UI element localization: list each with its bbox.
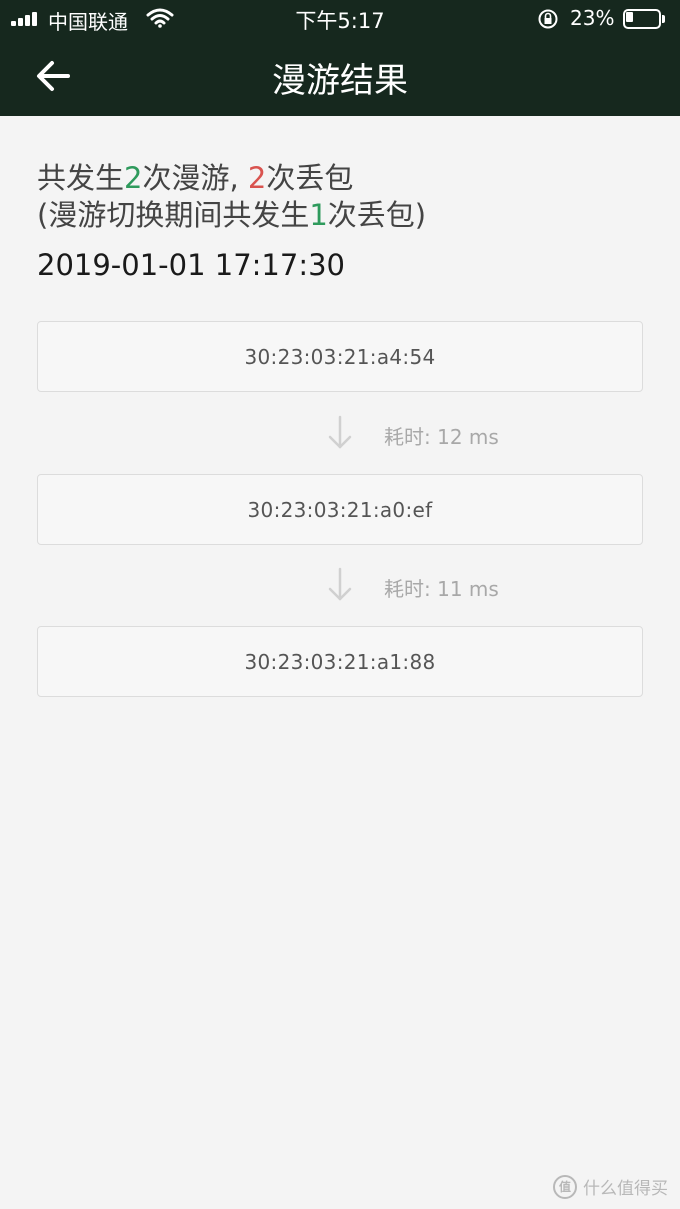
status-bar: 中国联通 下午5:17 23% <box>0 0 680 38</box>
battery-icon <box>623 9 665 29</box>
roam-duration: 耗时: 11 ms <box>384 577 499 601</box>
page-title: 漫游结果 <box>272 61 408 101</box>
summary-text: 次丢包) <box>327 198 427 232</box>
roam-transition: 耗时: 11 ms <box>0 563 680 609</box>
down-arrow-icon <box>328 415 352 449</box>
roam-transition: 耗时: 12 ms <box>0 411 680 457</box>
roam-count: 2 <box>124 161 143 195</box>
rotation-lock-icon <box>538 9 558 29</box>
navigation-bar: 漫游结果 <box>0 38 680 116</box>
summary-text: (漫游切换期间共发生 <box>37 198 310 232</box>
access-point-card: 30:23:03:21:a0:ef <box>37 474 643 545</box>
access-point-card: 30:23:03:21:a1:88 <box>37 626 643 697</box>
switch-loss-summary-line: (漫游切换期间共发生1次丢包) <box>37 197 426 234</box>
down-arrow-icon <box>328 567 352 601</box>
roam-duration: 耗时: 12 ms <box>384 425 499 449</box>
roam-summary: 共发生2次漫游, 2次丢包 (漫游切换期间共发生1次丢包) <box>37 160 426 234</box>
app-header: 中国联通 下午5:17 23% 漫游结果 <box>0 0 680 116</box>
summary-text: 次丢包 <box>266 161 354 195</box>
summary-text: 共发生 <box>37 161 125 195</box>
switch-loss-count: 1 <box>309 198 328 232</box>
battery-level-fill <box>626 12 633 22</box>
battery-percent: 23% <box>570 6 615 30</box>
test-timestamp: 2019-01-01 17:17:30 <box>37 248 345 282</box>
access-point-mac: 30:23:03:21:a0:ef <box>247 497 433 522</box>
summary-text: 次漫游, <box>142 161 248 195</box>
access-point-mac: 30:23:03:21:a1:88 <box>244 649 436 674</box>
packet-loss-count: 2 <box>247 161 267 195</box>
watermark-text: 什么值得买 <box>583 1179 668 1199</box>
watermark-logo-icon: 值 <box>553 1174 577 1199</box>
access-point-mac: 30:23:03:21:a4:54 <box>244 344 436 369</box>
roam-summary-line: 共发生2次漫游, 2次丢包 <box>37 160 426 197</box>
access-point-card: 30:23:03:21:a4:54 <box>37 321 643 392</box>
watermark: 值 什么值得买 <box>553 1174 668 1199</box>
